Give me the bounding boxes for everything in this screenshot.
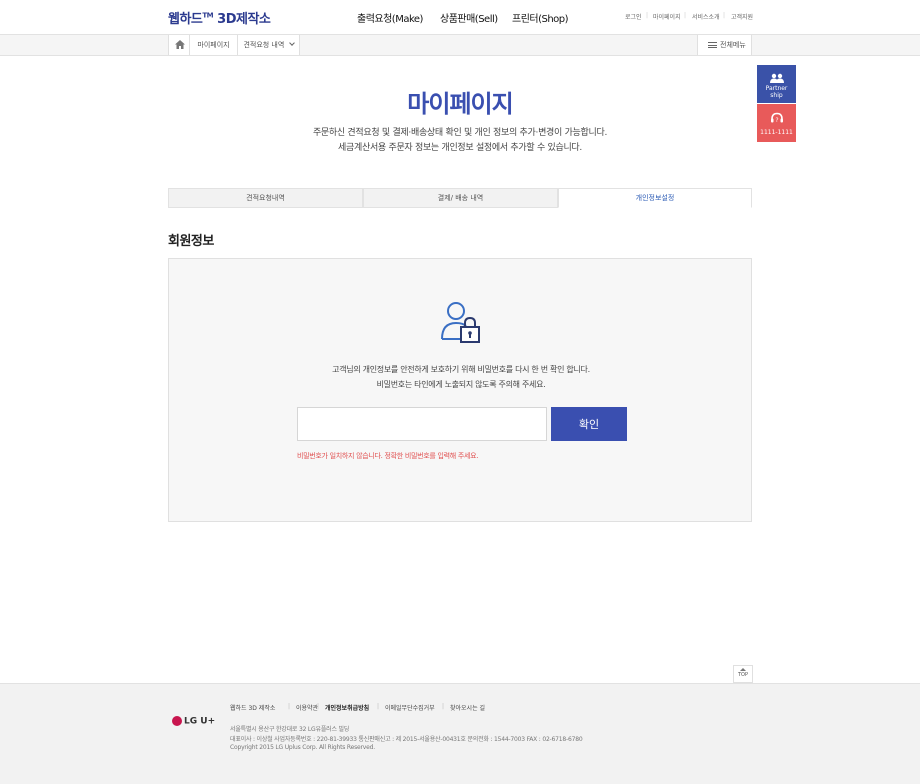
arrow-up-icon: [740, 668, 746, 671]
scroll-top-button[interactable]: TOP: [733, 665, 753, 683]
home-button[interactable]: [168, 35, 190, 55]
confirm-button[interactable]: 확인: [551, 407, 627, 441]
section-title: 회원정보: [168, 234, 214, 249]
people-icon: [769, 73, 784, 83]
mypage-tabs: 견적요청내역 결제/ 배송 내역 개인정보설정: [168, 188, 752, 208]
site-footer: LG U+ 웹하드 3D 제작소 | 이용약관 | 개인정보취급방침 | 이메일…: [0, 683, 920, 784]
footer-sep: |: [377, 703, 380, 710]
page-desc-line-2: 세금계산서용 주문자 정보는 개인정보 설정에서 추가할 수 있습니다.: [338, 143, 582, 153]
page-desc-line-1: 주문하신 견적요청 및 결제·배송상태 확인 및 개인 정보의 추가·변경이 가…: [312, 128, 608, 138]
breadcrumb-mypage[interactable]: 마이페이지: [190, 35, 238, 55]
footer-address: 서울특별시 용산구 한강대로 32 LG유플러스 빌딩: [230, 726, 350, 733]
footer-sep: |: [317, 703, 320, 710]
password-check-panel: 고객님의 개인정보를 안전하게 보호하기 위해 비밀번호를 다시 한 번 확인 …: [168, 258, 752, 522]
tab-personal-settings[interactable]: 개인정보설정: [558, 188, 752, 208]
nav-sell[interactable]: 상품판매(Sell): [440, 10, 498, 25]
lg-logo-text: LG U+: [184, 716, 216, 727]
footer-copyright: Copyright 2015 LG Uplus Corp. All Rights…: [230, 744, 375, 751]
footer-company-info: 대표이사 : 이상철 사업자등록번호 : 220-81-39933 통신판매신고…: [230, 736, 583, 743]
page-title: 마이페이지: [407, 90, 513, 118]
util-mypage[interactable]: 마이페이지: [653, 12, 681, 21]
footer-link-privacy[interactable]: 개인정보취급방침: [325, 703, 369, 712]
util-support[interactable]: 고객지원: [731, 12, 753, 21]
password-input[interactable]: [297, 407, 547, 441]
lg-logo-mark: [172, 716, 182, 726]
util-service[interactable]: 서비스소개: [692, 12, 720, 21]
logo-suffix: 3D제작소: [217, 12, 271, 27]
tab-estimates[interactable]: 견적요청내역: [168, 188, 363, 208]
util-sep: |: [723, 12, 726, 19]
lg-uplus-logo: LG U+: [172, 716, 215, 727]
chevron-down-icon: [288, 40, 295, 46]
top-label: TOP: [737, 672, 748, 678]
util-sep: |: [684, 12, 687, 19]
footer-link-email[interactable]: 이메일무단수집거부: [385, 703, 435, 712]
breadcrumb-dropdown[interactable]: 견적요청 내역: [238, 35, 300, 55]
location-bar: 마이페이지 견적요청 내역 전체메뉴: [0, 34, 920, 56]
footer-sep: |: [442, 703, 445, 710]
footer-link-terms[interactable]: 이용약관: [296, 703, 318, 712]
util-login[interactable]: 로그인: [625, 12, 642, 21]
all-menu-button[interactable]: 전체메뉴: [697, 35, 752, 55]
nav-shop[interactable]: 프린터(Shop): [512, 10, 569, 25]
util-sep: |: [646, 12, 649, 19]
panel-message-2: 비밀번호는 타인에게 노출되지 않도록 주의해 주세요.: [376, 380, 546, 389]
site-logo[interactable]: 웹하드TM 3D제작소: [168, 8, 271, 27]
logo-text: 웹하드: [168, 12, 203, 27]
home-icon: [175, 40, 185, 49]
logo-tm: TM: [202, 11, 214, 20]
all-menu-label: 전체메뉴: [720, 41, 746, 49]
footer-link-directions[interactable]: 찾아오시는 길: [450, 703, 485, 712]
user-lock-icon: [441, 302, 480, 343]
breadcrumb-label: 견적요청 내역: [243, 41, 285, 49]
panel-message-1: 고객님의 개인정보를 안전하게 보호하기 위해 비밀번호를 다시 한 번 확인 …: [332, 365, 590, 374]
footer-sep: |: [288, 703, 291, 710]
nav-make[interactable]: 출력요청(Make): [357, 10, 423, 25]
hamburger-icon: [708, 42, 717, 48]
footer-link-home[interactable]: 웹하드 3D 제작소: [230, 703, 275, 712]
tab-payment-delivery[interactable]: 결제/ 배송 내역: [363, 188, 558, 208]
error-message: 비밀번호가 일치하지 않습니다. 정확한 비밀번호를 입력해 주세요.: [297, 452, 479, 460]
site-header: 웹하드TM 3D제작소 출력요청(Make) 상품판매(Sell) 프린터(Sh…: [0, 0, 920, 34]
